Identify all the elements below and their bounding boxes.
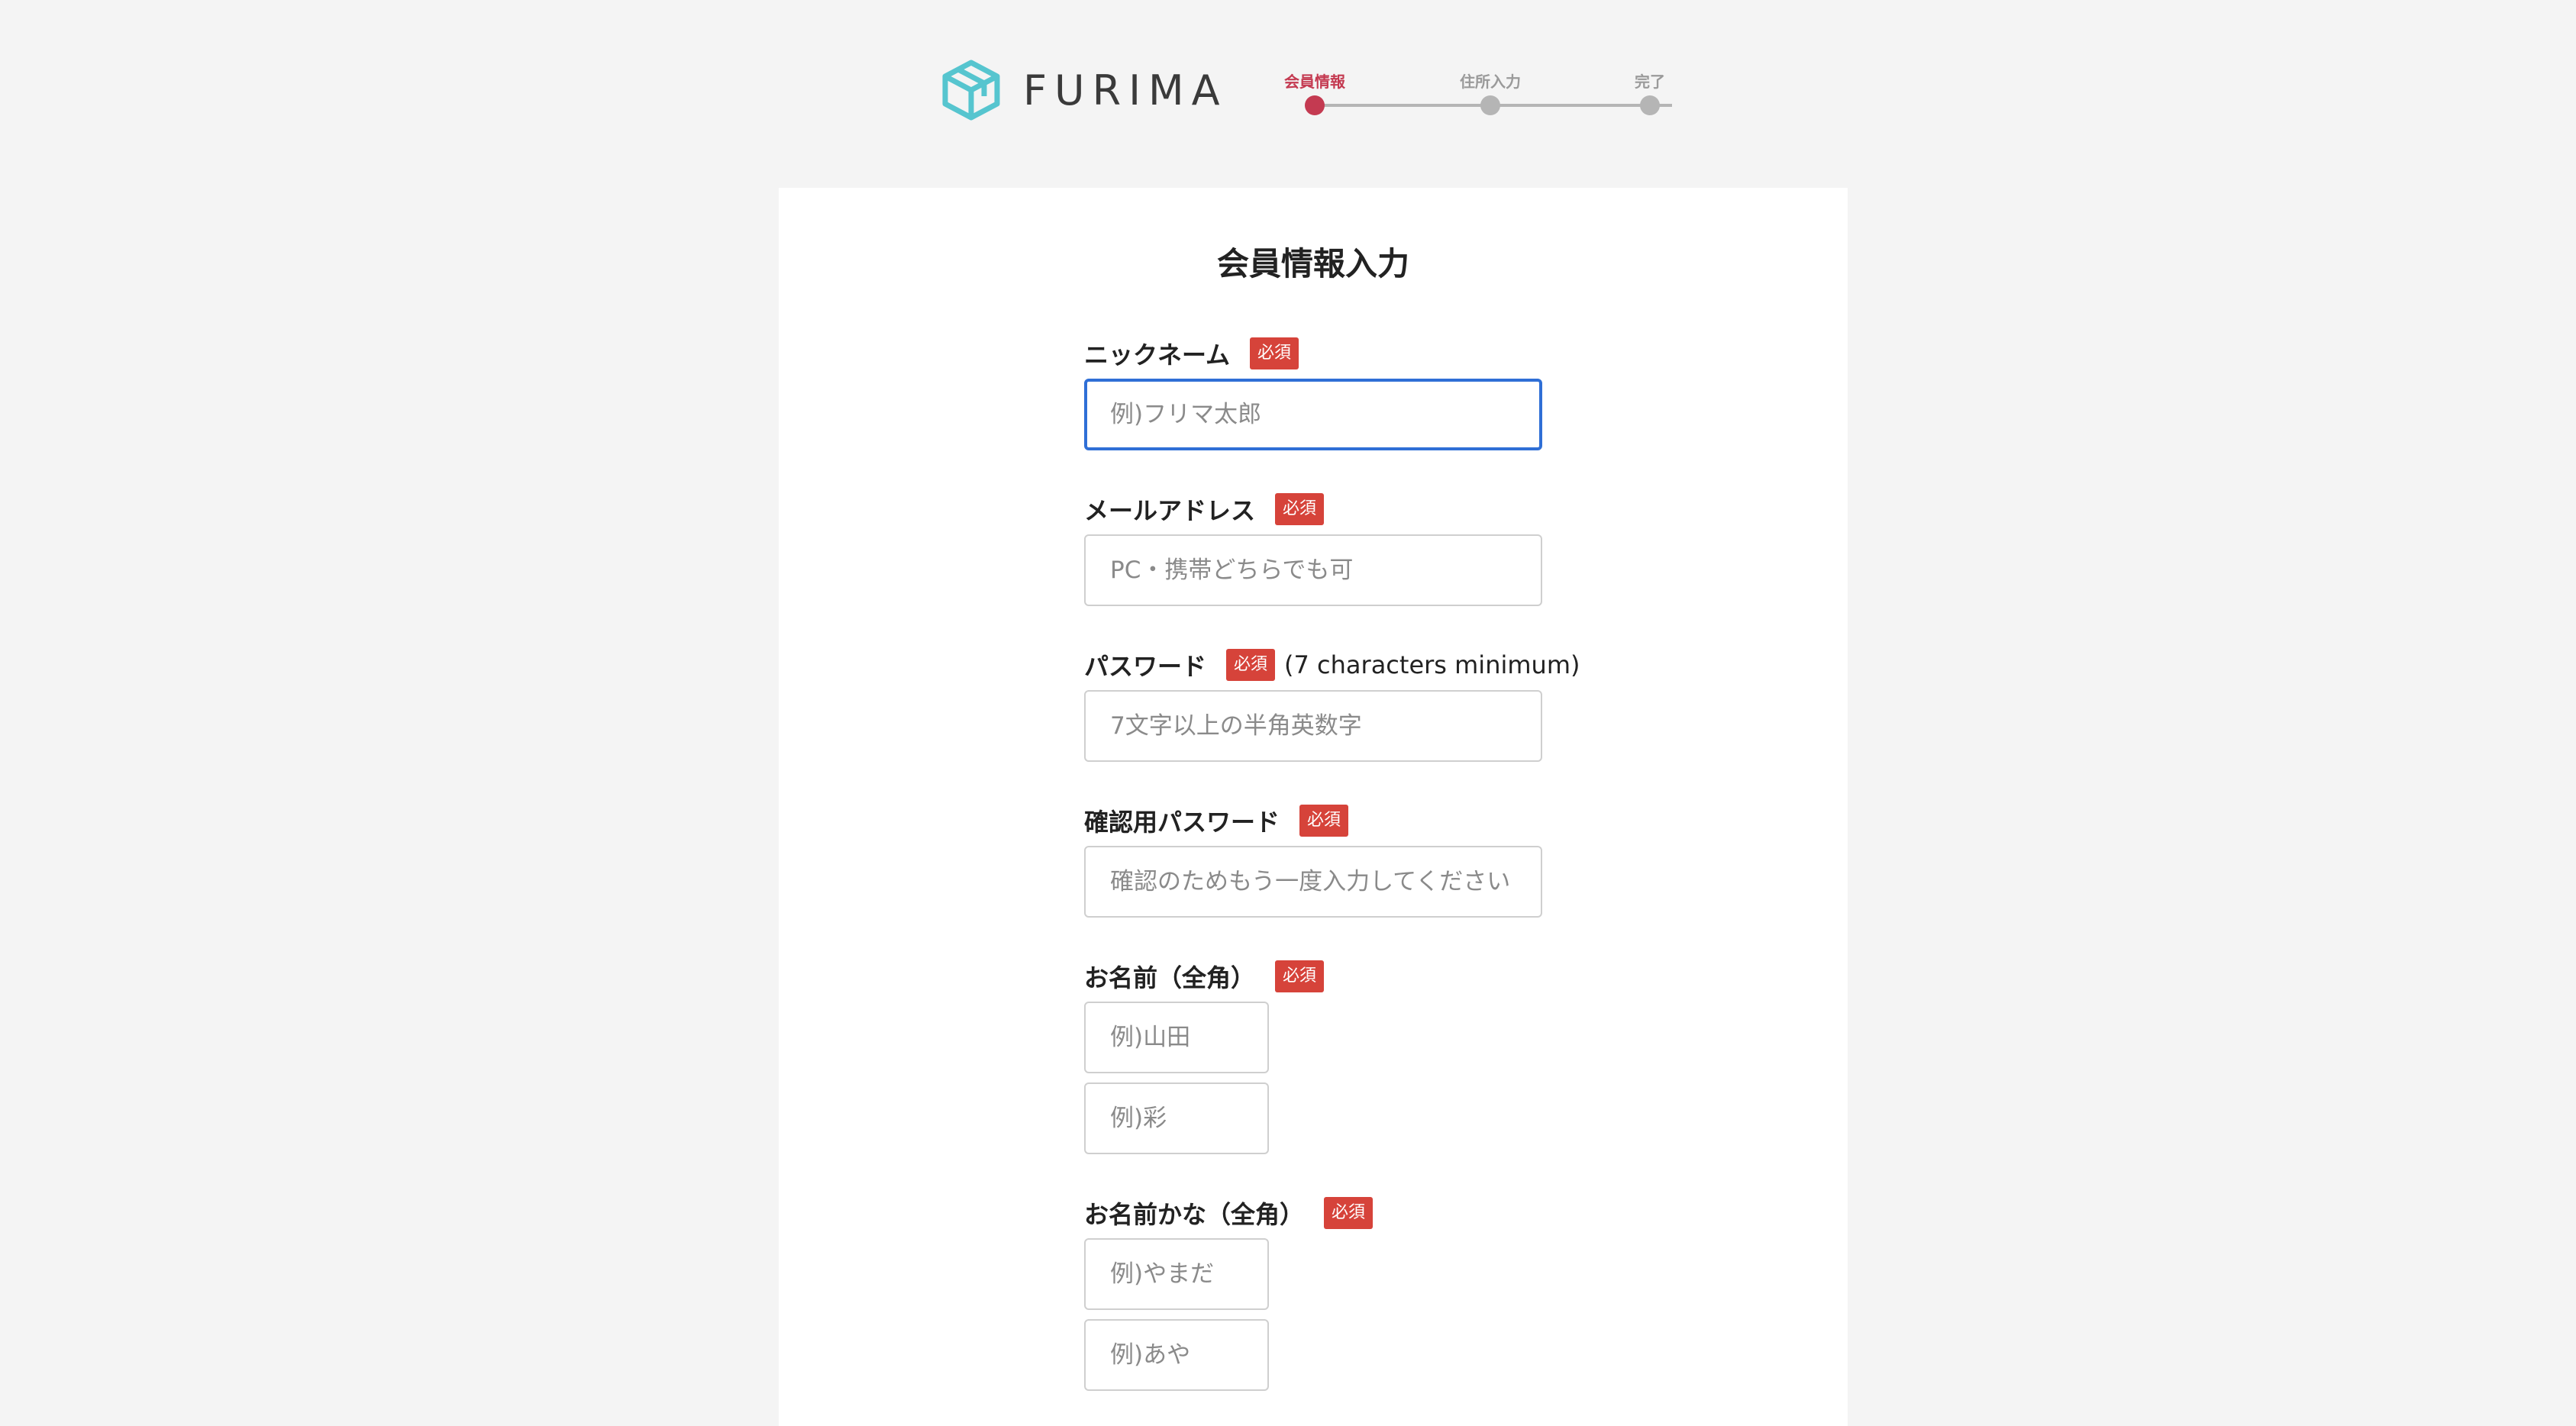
nickname-input[interactable] <box>1084 379 1542 450</box>
password-label: パスワード <box>1084 652 1207 681</box>
first-name-kana-input[interactable] <box>1084 1319 1269 1391</box>
required-badge: 必須 <box>1275 960 1325 992</box>
password-field: パスワード 必須 (7 characters minimum) <box>1084 647 1580 762</box>
required-badge: 必須 <box>1324 1197 1374 1229</box>
progress-dot-active <box>1305 95 1325 115</box>
required-badge: 必須 <box>1275 493 1325 525</box>
field-label-row: パスワード 必須 (7 characters minimum) <box>1084 647 1580 682</box>
nickname-label: ニックネーム <box>1084 340 1231 369</box>
field-label-row: お名前かな（全角） 必須 <box>1084 1195 1558 1231</box>
password-input[interactable] <box>1084 690 1542 762</box>
name-label: お名前（全角） <box>1084 963 1256 992</box>
last-name-kana-input[interactable] <box>1084 1238 1269 1310</box>
password-hint: (7 characters minimum) <box>1284 650 1580 679</box>
email-field: メールアドレス 必須 <box>1084 492 1558 606</box>
required-badge: 必須 <box>1226 649 1276 681</box>
progress-dot <box>1640 95 1660 115</box>
progress-step-label: 完了 <box>1635 73 1665 91</box>
name-kana-label: お名前かな（全角） <box>1084 1200 1305 1229</box>
progress-step-label: 会員情報 <box>1284 73 1345 91</box>
brand-name: FURIMA <box>1023 66 1228 115</box>
password-confirm-label: 確認用パスワード <box>1084 808 1280 837</box>
brand-logo[interactable]: FURIMA <box>939 58 1228 122</box>
email-input[interactable] <box>1084 534 1542 606</box>
first-name-input[interactable] <box>1084 1082 1269 1154</box>
progress-step-label: 住所入力 <box>1460 73 1521 91</box>
name-kana-field: お名前かな（全角） 必須 <box>1084 1195 1558 1391</box>
field-label-row: ニックネーム 必須 <box>1084 336 1558 371</box>
cube-icon <box>942 60 1000 121</box>
nickname-field: ニックネーム 必須 <box>1084 336 1558 450</box>
site-header: FURIMA 会員情報 住所入力 完了 <box>0 0 2576 188</box>
password-confirm-field: 確認用パスワード 必須 <box>1084 803 1558 918</box>
progress-step-complete: 完了 <box>1574 70 1726 115</box>
name-field: お名前（全角） 必須 <box>1084 959 1558 1154</box>
last-name-input[interactable] <box>1084 1002 1269 1073</box>
field-label-row: お名前（全角） 必須 <box>1084 959 1558 994</box>
progress-step-member-info: 会員情報 <box>1238 70 1391 115</box>
progress-step-address: 住所入力 <box>1414 70 1567 115</box>
password-confirm-input[interactable] <box>1084 846 1542 918</box>
required-badge: 必須 <box>1299 805 1349 837</box>
page-title: 会員情報入力 <box>1216 245 1409 282</box>
registration-card: 会員情報入力 ニックネーム 必須 メールアドレス 必須 パスワード 必須 (7 … <box>779 188 1848 1426</box>
signup-progress: 会員情報 住所入力 完了 <box>1284 70 1684 124</box>
field-label-row: 確認用パスワード 必須 <box>1084 803 1558 838</box>
field-label-row: メールアドレス 必須 <box>1084 492 1558 527</box>
progress-dot <box>1480 95 1500 115</box>
required-badge: 必須 <box>1250 337 1299 369</box>
email-label: メールアドレス <box>1084 496 1256 525</box>
